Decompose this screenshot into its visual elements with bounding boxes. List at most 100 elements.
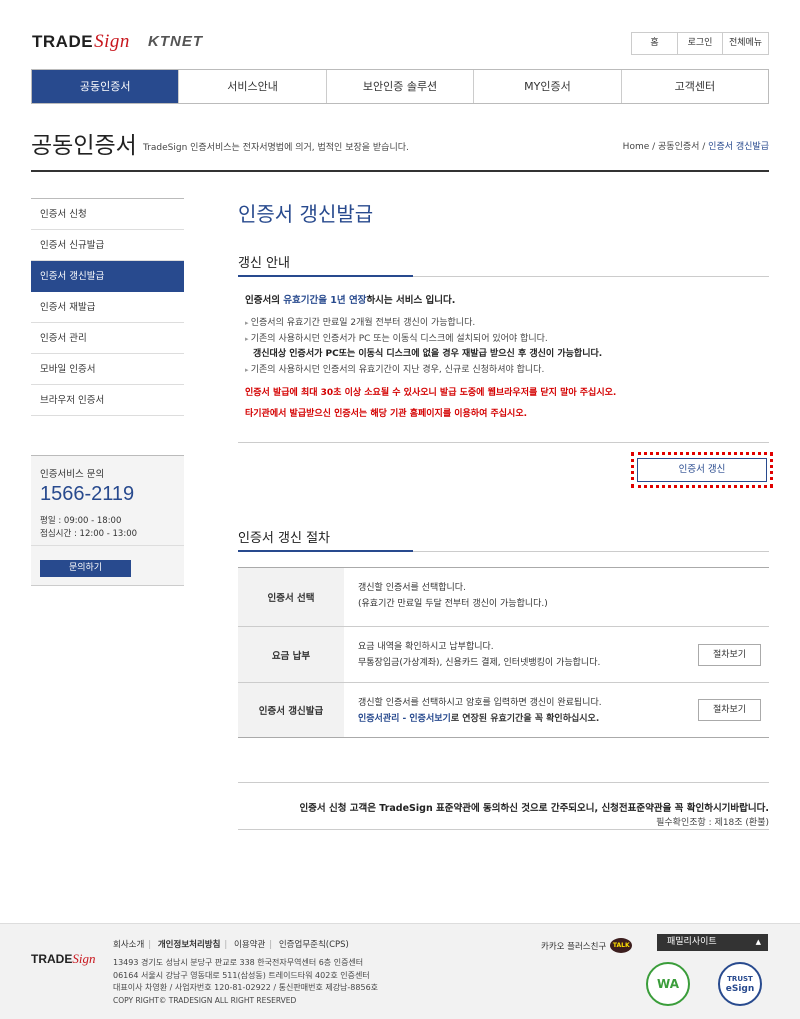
logo-sign-text: Sign — [94, 31, 130, 52]
tradesign-logo[interactable]: TRADESign — [32, 31, 130, 53]
contact-hours-weekday: 평일 : 09:00 - 18:00 — [40, 516, 122, 526]
main-title: 인증서 갱신발급 — [238, 202, 374, 226]
intro-c: 하시는 서비스 입니다. — [366, 295, 456, 306]
step-line: (유효기간 만료일 두달 전부터 갱신이 가능합니다.) — [358, 599, 548, 609]
lnb-item-new[interactable]: 인증서 신규발급 — [31, 230, 184, 261]
step-line: 갱신할 인증서를 선택하시고 암호를 입력하면 갱신이 완료됩니다. — [358, 698, 602, 708]
footer: TRADESign 회사소개 | 개인정보처리방침 | 이용약관 | 인증업무준칙(C… — [0, 923, 800, 1019]
copyright: COPY RIGHT© TRADESIGN ALL RIGHT RESERVED — [113, 996, 297, 1005]
footer-links: 회사소개 | 개인정보처리방침 | 이용약관 | 인증업무준칙(CPS) — [113, 940, 349, 950]
table-row: 인증서 갱신발급 갱신할 인증서를 선택하시고 암호를 입력하면 갱신이 완료됩… — [238, 683, 769, 738]
footer-link-cps[interactable]: 인증업무준칙(CPS) — [279, 940, 349, 950]
address-line: 06164 서울시 강남구 영동대로 511(삼성동) 트레이드타워 402호 … — [113, 970, 370, 980]
bullet-1: 인증서의 유효기간 만료일 2개월 전부터 갱신이 가능합니다. — [245, 315, 475, 328]
wa-accessibility-badge: WA — [646, 962, 690, 1006]
badge-trust: TRUST — [727, 975, 753, 983]
footer-link-privacy[interactable]: 개인정보처리방침 — [158, 940, 221, 950]
breadcrumb: Home / 공동인증서 / 인증서 갱신발급 — [623, 139, 769, 152]
footer-logo-trade: TRADE — [31, 952, 73, 966]
step-line: 갱신할 인증서를 선택합니다. — [358, 583, 466, 593]
cert-manage-link[interactable]: 인증서관리 - 인증서보기 — [358, 714, 451, 724]
family-site-label: 패밀리사이트 — [667, 937, 717, 947]
terms-notice-text: 인증서 신청 고객은 TradeSign 표준약관에 동의하신 것으로 간주되오… — [299, 803, 769, 814]
inquiry-button[interactable]: 문의하기 — [40, 560, 131, 577]
procedure-view-button[interactable]: 절차보기 — [698, 643, 761, 666]
util-all-menu[interactable]: 전체메뉴 — [722, 33, 768, 54]
gnb-cert[interactable]: 공동인증서 — [32, 70, 179, 103]
renew-highlight: 인증서 갱신 — [631, 452, 773, 488]
intro-text: 인증서의 유효기간을 1년 연장하시는 서비스 입니다. — [245, 292, 455, 306]
logo-trade-text: TRADE — [32, 32, 94, 51]
step-label: 인증서 선택 — [238, 568, 344, 626]
step-line: 인증서관리 - 인증서보기로 연장된 유효기간을 꼭 확인하십시오. — [358, 711, 755, 727]
step-label: 인증서 갱신발급 — [238, 683, 344, 737]
triangle-up-icon: ▲ — [755, 938, 761, 946]
kakao-label: 카카오 플러스친구 — [541, 941, 607, 952]
refund-clause[interactable]: 필수확인조항 : 제18조 (환불) — [656, 815, 769, 828]
footer-link-about[interactable]: 회사소개 — [113, 940, 144, 950]
guide-divider — [238, 442, 769, 443]
footer-address: 13493 경기도 성남시 분당구 판교로 338 한국전자무역센터 6층 인증… — [113, 957, 378, 995]
address-line: 13493 경기도 성남시 분당구 판교로 338 한국전자무역센터 6층 인증… — [113, 958, 364, 967]
renew-button[interactable]: 인증서 갱신 — [637, 458, 767, 482]
lnb-item-reissue[interactable]: 인증서 재발급 — [31, 292, 184, 323]
step-line-tail: 로 연장된 유효기간을 꼭 확인하십시오. — [450, 714, 600, 724]
table-row: 인증서 선택 갱신할 인증서를 선택합니다. (유효기간 만료일 두달 전부터 … — [238, 568, 769, 627]
family-site-select[interactable]: 패밀리사이트 ▲ — [657, 934, 768, 951]
section-bar — [238, 275, 413, 277]
intro-highlight: 유효기간을 1년 연장 — [283, 295, 367, 306]
gnb-security[interactable]: 보안인증 솔루션 — [325, 70, 473, 103]
gnb-my[interactable]: MY인증서 — [473, 70, 620, 103]
table-row: 요금 납부 요금 내역을 확인하시고 납부합니다. 무통장입금(가상계좌), 신… — [238, 627, 769, 683]
contact-divider — [31, 545, 184, 546]
footer-logo: TRADESign — [31, 951, 95, 967]
bullet-2: 기존의 사용하시던 인증서가 PC 또는 이동식 디스크에 설치되어 있어야 합… — [245, 331, 548, 344]
step-desc: 갱신할 인증서를 선택합니다. (유효기간 만료일 두달 전부터 갱신이 가능합… — [344, 568, 769, 626]
step-label: 요금 납부 — [238, 627, 344, 682]
warning-1: 인증서 발급에 최대 30초 이상 소요될 수 있사오니 발급 도중에 웹브라우… — [245, 388, 617, 398]
footer-link-terms[interactable]: 이용약관 — [234, 940, 265, 950]
warning-2: 타기관에서 발급받으신 인증서는 해당 기관 홈페이지를 이용하여 주십시오. — [245, 409, 528, 419]
step-desc: 요금 내역을 확인하시고 납부합니다. 무통장입금(가상계좌), 신용카드 결제… — [344, 627, 769, 682]
breadcrumb-current: 인증서 갱신발급 — [708, 142, 769, 152]
gnb-support[interactable]: 고객센터 — [620, 70, 768, 103]
section-bar-2 — [238, 550, 413, 552]
lnb-item-mobile[interactable]: 모바일 인증서 — [31, 354, 184, 385]
title-divider — [31, 170, 769, 172]
lnb-item-manage[interactable]: 인증서 관리 — [31, 323, 184, 354]
kakao-plus-friend[interactable]: 카카오 플러스친구 TALK — [541, 938, 633, 953]
address-line: 대표이사 차영환 / 사업자번호 120-81-02922 / 통신판매번호 제… — [113, 983, 379, 992]
ktnet-logo[interactable]: KTNET — [148, 33, 203, 50]
util-login[interactable]: 로그인 — [677, 33, 722, 54]
procedure-table: 인증서 선택 갱신할 인증서를 선택합니다. (유효기간 만료일 두달 전부터 … — [238, 567, 769, 738]
global-nav: 공동인증서 서비스안내 보안인증 솔루션 MY인증서 고객센터 — [31, 69, 769, 104]
utility-menu: 홈 로그인 전체메뉴 — [631, 32, 769, 55]
step-line: 무통장입금(가상계좌), 신용카드 결제, 인터넷뱅킹이 가능합니다. — [358, 658, 601, 668]
terms-notice: 인증서 신청 고객은 TradeSign 표준약관에 동의하신 것으로 간주되오… — [238, 782, 769, 830]
left-nav: 인증서 신청 인증서 신규발급 인증서 갱신발급 인증서 재발급 인증서 관리 … — [31, 198, 184, 416]
step-desc: 갱신할 인증서를 선택하시고 암호를 입력하면 갱신이 완료됩니다. 인증서관리… — [344, 683, 769, 737]
page-title: 공동인증서 — [31, 133, 137, 159]
lnb-item-apply[interactable]: 인증서 신청 — [31, 199, 184, 230]
bullet-2-strong: 갱신대상 인증서가 PC또는 이동식 디스크에 없을 경우 재발급 받으신 후 … — [253, 349, 603, 359]
intro-a: 인증서의 — [245, 295, 284, 306]
breadcrumb-path[interactable]: Home / 공동인증서 / — [623, 142, 709, 152]
lnb-item-renew[interactable]: 인증서 갱신발급 — [31, 261, 184, 292]
bullet-3: 기존의 사용하시던 인증서의 유효기간이 지난 경우, 신규로 신청하셔야 합니… — [245, 362, 545, 375]
contact-title: 인증서비스 문의 — [40, 469, 105, 480]
contact-hours-lunch: 점심시간 : 12:00 - 13:00 — [40, 529, 138, 539]
procedure-view-button[interactable]: 절차보기 — [698, 699, 761, 721]
step-line: 요금 내역을 확인하시고 납부합니다. — [358, 642, 494, 652]
util-home[interactable]: 홈 — [632, 33, 677, 54]
page-description: TradeSign 인증서비스는 전자서명법에 의거, 법적인 보장을 받습니다… — [143, 143, 409, 153]
footer-logo-sign: Sign — [72, 951, 96, 966]
trust-esign-badge: TRUST eSign — [718, 962, 762, 1006]
section-renew-guide: 갱신 안내 — [238, 256, 290, 271]
section-procedure: 인증서 갱신 절차 — [238, 531, 330, 546]
kakao-talk-icon: TALK — [610, 938, 633, 953]
lnb-item-browser[interactable]: 브라우저 인증서 — [31, 385, 184, 416]
badge-esign: eSign — [725, 984, 755, 994]
contact-number: 1566-2119 — [40, 483, 135, 505]
gnb-service[interactable]: 서비스안내 — [178, 70, 325, 103]
contact-box: 인증서비스 문의 1566-2119 평일 : 09:00 - 18:00 점심… — [31, 455, 184, 586]
